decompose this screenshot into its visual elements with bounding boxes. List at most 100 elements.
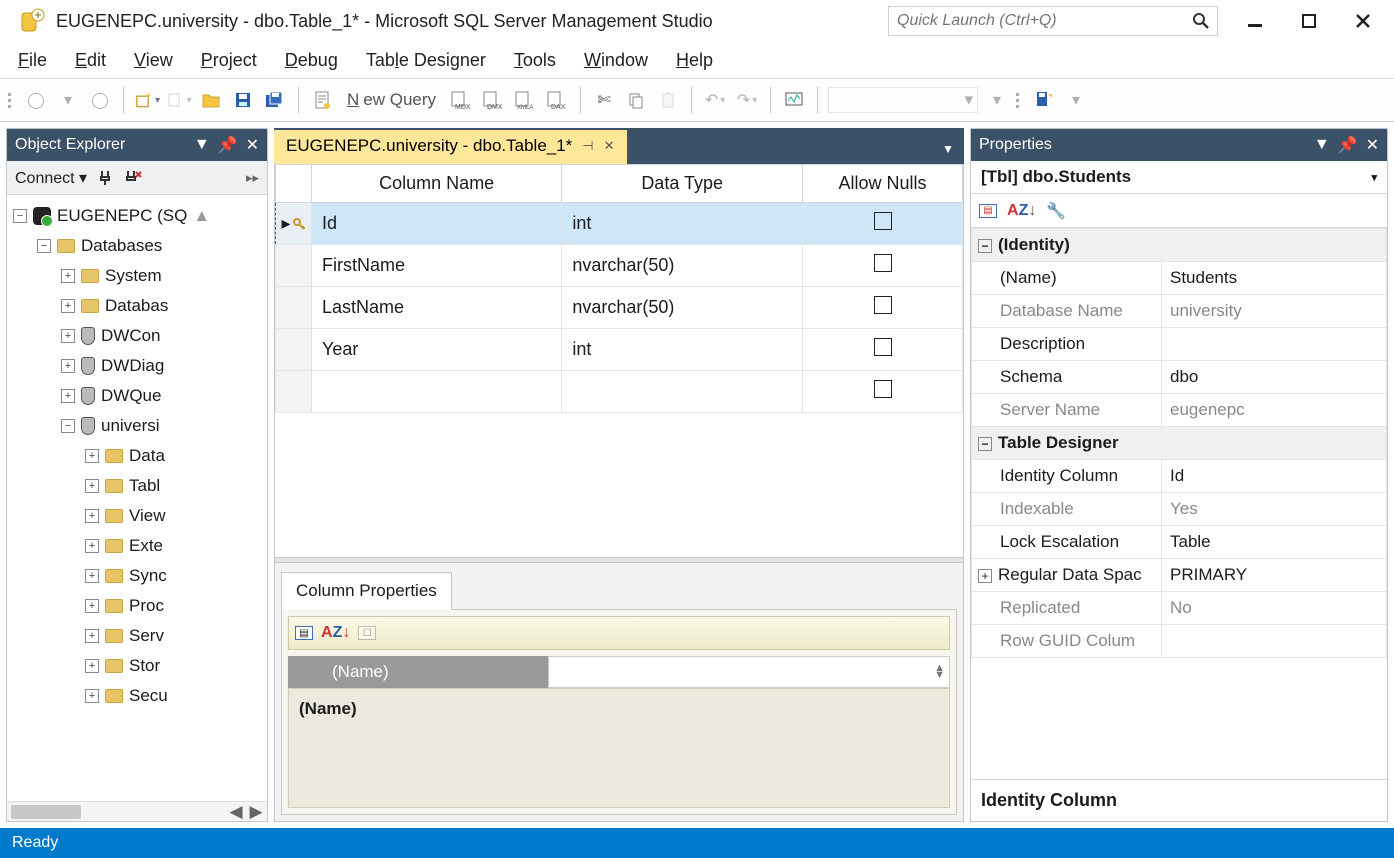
cell-allow-nulls[interactable] xyxy=(803,203,963,245)
prop-category[interactable]: −Table Designer xyxy=(972,427,1387,460)
toolbar-grip-icon[interactable] xyxy=(8,93,11,108)
menu-edit[interactable]: Edit xyxy=(75,50,106,71)
expand-icon[interactable]: + xyxy=(85,599,99,613)
query-mdx-button[interactable]: MDX xyxy=(448,87,474,113)
tree-item[interactable]: +Proc xyxy=(13,591,267,621)
generate-script-button[interactable] xyxy=(1031,87,1057,113)
query-dax-button[interactable]: DAX xyxy=(544,87,570,113)
expand-icon[interactable]: + xyxy=(85,629,99,643)
row-selector[interactable] xyxy=(276,371,312,413)
pin-icon[interactable]: 📌 xyxy=(1338,135,1358,155)
cell-column-name[interactable] xyxy=(312,371,562,413)
cell-column-name[interactable]: LastName xyxy=(312,287,562,329)
checkbox-icon[interactable] xyxy=(874,254,892,272)
cut-button[interactable]: ✄ xyxy=(591,87,617,113)
col-header-nulls[interactable]: Allow Nulls xyxy=(803,165,963,203)
properties-object-selector[interactable]: [Tbl] dbo.Students ▾ xyxy=(971,161,1387,194)
new-item-button[interactable] xyxy=(166,87,192,113)
row-selector[interactable] xyxy=(276,245,312,287)
cell-data-type[interactable]: nvarchar(50) xyxy=(562,245,803,287)
tree-item[interactable]: +Sync xyxy=(13,561,267,591)
menu-tools[interactable]: Tools xyxy=(514,50,556,71)
tree-h-scrollbar[interactable]: ◀▶ xyxy=(7,801,267,821)
checkbox-icon[interactable] xyxy=(874,212,892,230)
grid-row-empty[interactable] xyxy=(276,371,963,413)
object-explorer-tree[interactable]: − EUGENEPC (SQ ▲ − Databases +System +Da… xyxy=(7,195,267,821)
tree-item[interactable]: +Serv xyxy=(13,621,267,651)
expand-icon[interactable]: + xyxy=(61,269,75,283)
prop-row[interactable]: ReplicatedNo xyxy=(972,592,1387,625)
alphabetical-icon[interactable]: AZ↓ xyxy=(1007,202,1036,220)
panel-close-icon[interactable]: ✕ xyxy=(1366,135,1379,155)
undo-button[interactable]: ↶ xyxy=(702,87,728,113)
col-header-name[interactable]: Column Name xyxy=(312,165,562,203)
nav-fwd-button[interactable]: ◯ xyxy=(87,87,113,113)
nav-back-dd[interactable]: ▾ xyxy=(55,87,81,113)
grid-row[interactable]: ▸ Id int xyxy=(276,203,963,245)
tree-item[interactable]: +Databas xyxy=(13,291,267,321)
categorized-icon[interactable]: ▤ xyxy=(979,204,997,218)
script-icon[interactable] xyxy=(309,87,335,113)
tree-databases-node[interactable]: − Databases xyxy=(13,231,267,261)
checkbox-icon[interactable] xyxy=(874,296,892,314)
activity-monitor-button[interactable] xyxy=(781,87,807,113)
categorized-icon[interactable]: ▤ xyxy=(295,626,313,640)
redo-button[interactable]: ↷ xyxy=(734,87,760,113)
open-button[interactable] xyxy=(198,87,224,113)
query-xmla-button[interactable]: XMLA xyxy=(512,87,538,113)
database-combo[interactable]: ▾ xyxy=(828,87,978,113)
tree-item[interactable]: +DWDiag xyxy=(13,351,267,381)
tree-item[interactable]: +Tabl xyxy=(13,471,267,501)
column-properties-tab[interactable]: Column Properties xyxy=(281,572,452,610)
new-query-button[interactable]: NNew Queryew Query xyxy=(341,87,442,113)
col-header-type[interactable]: Data Type xyxy=(562,165,803,203)
checkbox-icon[interactable] xyxy=(874,338,892,356)
collapse-icon[interactable]: − xyxy=(61,419,75,433)
explorer-overflow-icon[interactable]: ▸▸ xyxy=(246,170,259,186)
tree-item[interactable]: +DWQue xyxy=(13,381,267,411)
grid-row[interactable]: Year int xyxy=(276,329,963,371)
pin-icon[interactable]: 📌 xyxy=(218,135,238,155)
tree-item[interactable]: +DWCon xyxy=(13,321,267,351)
tree-item[interactable]: +System xyxy=(13,261,267,291)
prop-row[interactable]: IndexableYes xyxy=(972,493,1387,526)
menu-help[interactable]: Help xyxy=(676,50,713,71)
cell-data-type[interactable]: nvarchar(50) xyxy=(562,287,803,329)
columns-grid[interactable]: Column Name Data Type Allow Nulls ▸ Id i… xyxy=(275,164,963,413)
expand-icon[interactable]: + xyxy=(85,569,99,583)
pg-row-name[interactable]: (Name) Id▲▼ xyxy=(288,656,950,688)
cell-allow-nulls[interactable] xyxy=(803,245,963,287)
quick-launch-input[interactable] xyxy=(889,7,1217,35)
expand-icon[interactable]: + xyxy=(85,449,99,463)
prop-row[interactable]: Schemadbo xyxy=(972,361,1387,394)
copy-button[interactable] xyxy=(623,87,649,113)
toolbar-grip2-icon[interactable] xyxy=(1016,93,1019,108)
connect-icon[interactable] xyxy=(97,169,113,187)
cell-data-type[interactable]: int xyxy=(562,203,803,245)
tree-university-node[interactable]: −universi xyxy=(13,411,267,441)
new-project-button[interactable] xyxy=(134,87,160,113)
expand-icon[interactable]: + xyxy=(61,389,75,403)
expand-icon[interactable]: + xyxy=(85,479,99,493)
tree-item[interactable]: +Data xyxy=(13,441,267,471)
property-pages-icon[interactable]: ☐ xyxy=(358,626,376,640)
cell-data-type[interactable] xyxy=(562,371,803,413)
expand-icon[interactable]: + xyxy=(61,329,75,343)
quick-launch-box[interactable] xyxy=(888,6,1218,36)
query-dmx-button[interactable]: DMX xyxy=(480,87,506,113)
close-tab-icon[interactable]: ✕ xyxy=(604,138,615,154)
document-tab-active[interactable]: EUGENEPC.university - dbo.Table_1* ⊣ ✕ xyxy=(274,130,627,164)
row-selector[interactable] xyxy=(276,287,312,329)
connect-button[interactable]: Connect ▾ xyxy=(15,168,87,188)
prop-row[interactable]: +Regular Data SpacPRIMARY xyxy=(972,559,1387,592)
menu-debug[interactable]: Debug xyxy=(285,50,338,71)
cell-column-name[interactable]: FirstName xyxy=(312,245,562,287)
minimize-button[interactable] xyxy=(1242,13,1268,29)
prop-category[interactable]: −(Identity) xyxy=(972,229,1387,262)
menu-table-designer[interactable]: Table Designer xyxy=(366,50,486,71)
paste-button[interactable] xyxy=(655,87,681,113)
prop-row[interactable]: (Name)Students xyxy=(972,262,1387,295)
expand-icon[interactable]: + xyxy=(61,299,75,313)
search-icon[interactable] xyxy=(1191,11,1211,31)
cell-column-name[interactable]: Year xyxy=(312,329,562,371)
